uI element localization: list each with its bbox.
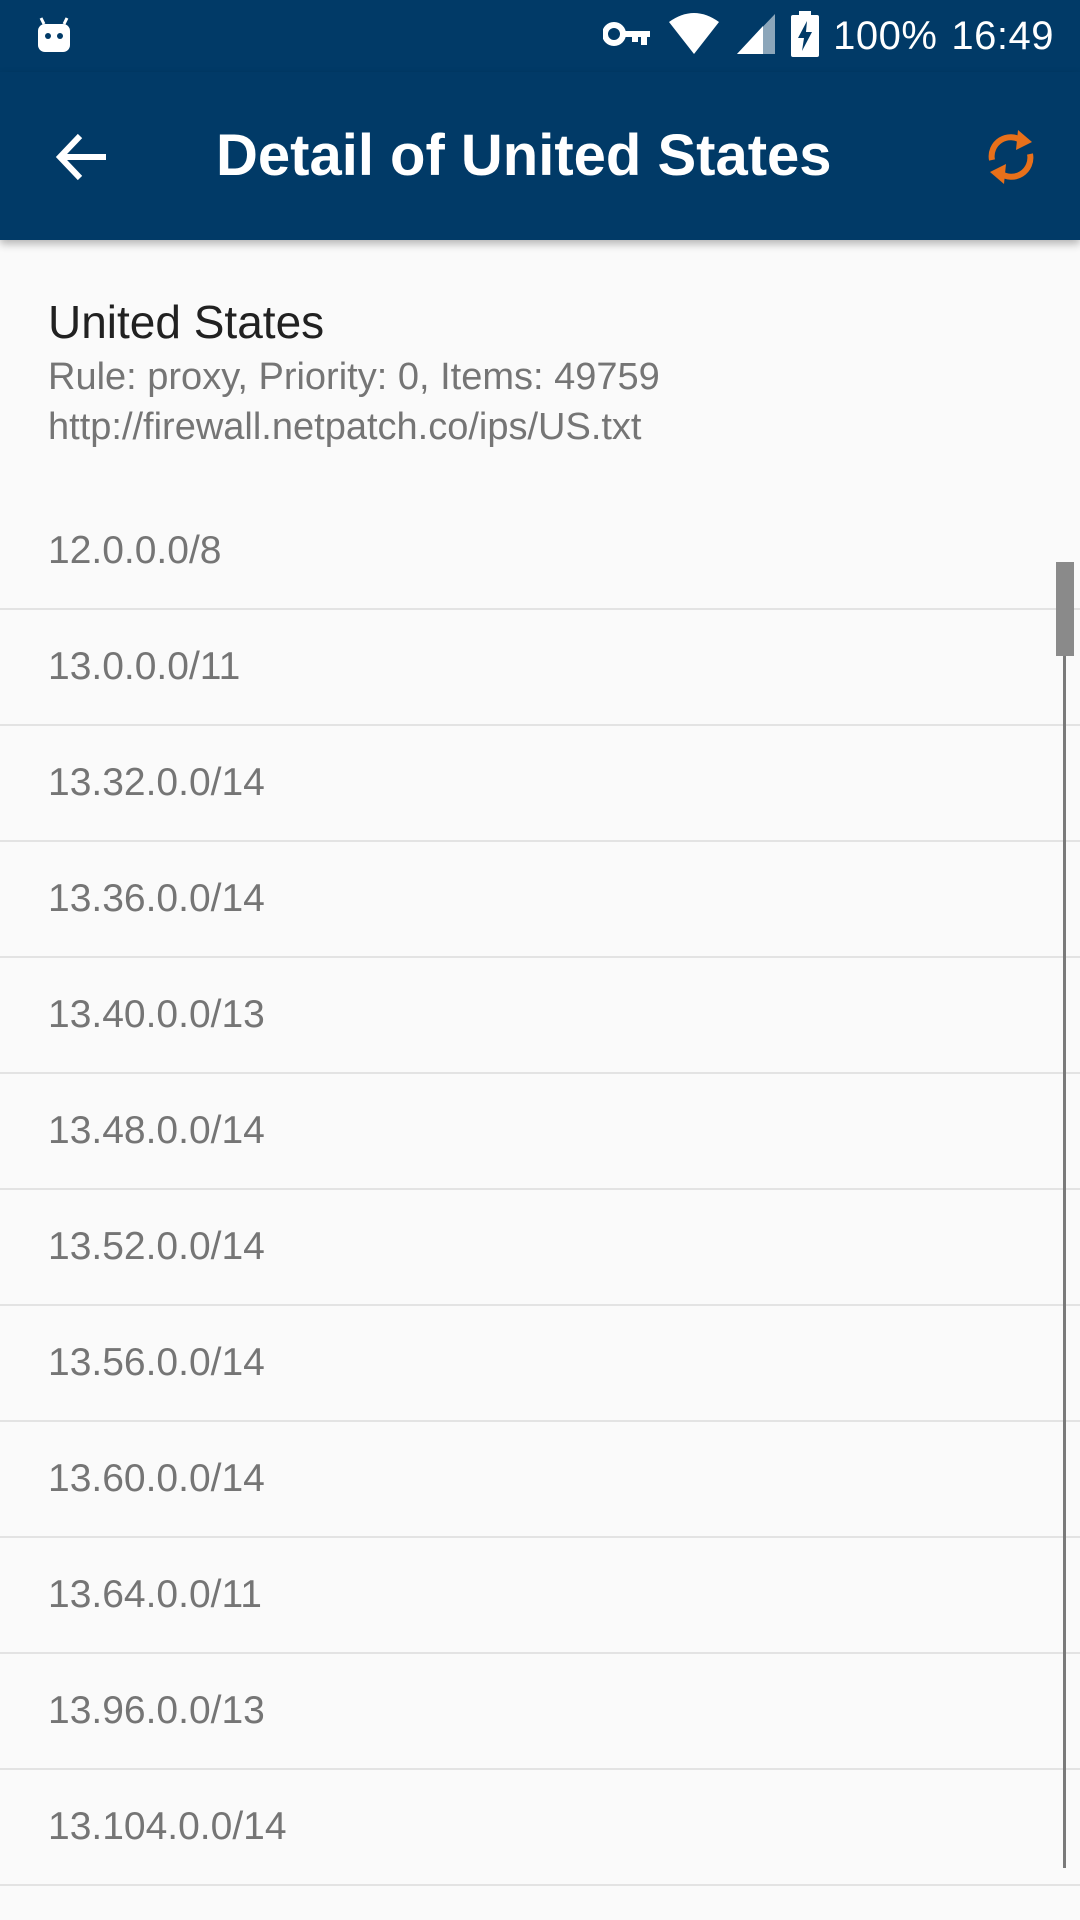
ip-range-label: 13.56.0.0/14 [48,1341,265,1384]
list-item[interactable]: 13.104.0.0/14 [0,1770,1080,1886]
list-item[interactable]: 13.40.0.0/13 [0,958,1080,1074]
list-item[interactable]: 13.48.0.0/14 [0,1074,1080,1190]
list-item[interactable]: 13.64.0.0/11 [0,1538,1080,1654]
android-robot-icon [34,16,74,56]
list-item[interactable]: 13.96.0.0/13 [0,1654,1080,1770]
ip-range-label: 13.36.0.0/14 [48,877,265,920]
refresh-button[interactable] [978,124,1044,190]
ip-range-label: 13.40.0.0/13 [48,993,265,1036]
cell-signal-icon [735,12,777,61]
scrollbar-thumb[interactable] [1056,562,1074,656]
arrow-left-icon [50,133,116,194]
back-button[interactable] [50,124,116,190]
status-bar: 100% 16:49 [0,0,1080,72]
list-item[interactable]: 13.60.0.0/14 [0,1422,1080,1538]
source-url: http://firewall.netpatch.co/ips/US.txt [48,406,642,448]
list-item[interactable]: 13.32.0.0/14 [0,726,1080,842]
ip-range-list[interactable]: 12.0.0.0/8 13.0.0.0/11 13.32.0.0/14 13.3… [0,494,1080,1886]
country-name: United States [48,296,325,348]
list-item[interactable]: 13.52.0.0/14 [0,1190,1080,1306]
ip-range-label: 13.64.0.0/11 [48,1573,262,1616]
battery-charging-icon [791,10,820,62]
key-icon [602,19,653,54]
country-header: United States Rule: proxy, Priority: 0, … [48,292,1028,452]
clock: 16:49 [951,13,1054,58]
list-item[interactable]: 13.56.0.0/14 [0,1306,1080,1422]
ip-range-label: 12.0.0.0/8 [48,529,222,572]
ip-range-label: 13.48.0.0/14 [48,1109,265,1152]
list-item[interactable]: 12.0.0.0/8 [0,494,1080,610]
battery-percentage: 100% [833,13,938,58]
ip-range-label: 13.52.0.0/14 [48,1225,265,1268]
page-title: Detail of United States [216,123,832,188]
refresh-icon [978,130,1044,194]
list-item[interactable]: 13.36.0.0/14 [0,842,1080,958]
ip-range-label: 13.96.0.0/13 [48,1689,265,1732]
rule-info: Rule: proxy, Priority: 0, Items: 49759 [48,356,660,398]
scrollbar-track[interactable] [1063,562,1066,1868]
app-bar: Detail of United States [0,72,1080,240]
list-item[interactable]: 13.0.0.0/11 [0,610,1080,726]
ip-range-label: 13.32.0.0/14 [48,761,265,804]
wifi-icon [667,12,721,61]
ip-range-label: 13.104.0.0/14 [48,1805,287,1848]
ip-range-label: 13.0.0.0/11 [48,645,241,688]
ip-range-label: 13.60.0.0/14 [48,1457,265,1500]
